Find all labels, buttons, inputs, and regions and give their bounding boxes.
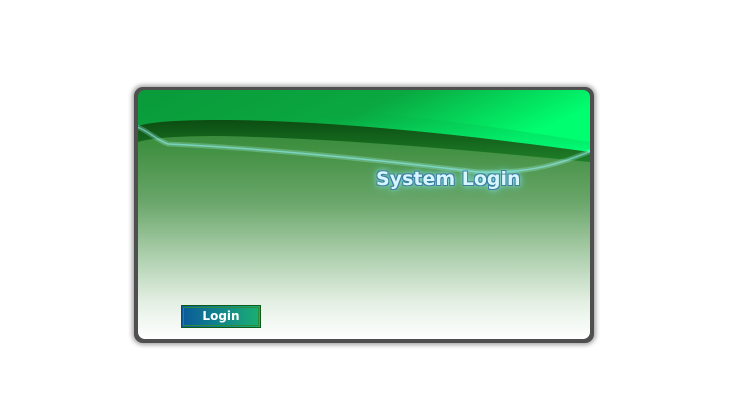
login-panel-body: System Login Login [138,90,590,339]
page-title: System Login [376,168,521,190]
login-button[interactable]: Login [181,305,261,328]
login-panel: System Login Login [134,87,594,343]
panel-header-swoosh [138,90,590,175]
